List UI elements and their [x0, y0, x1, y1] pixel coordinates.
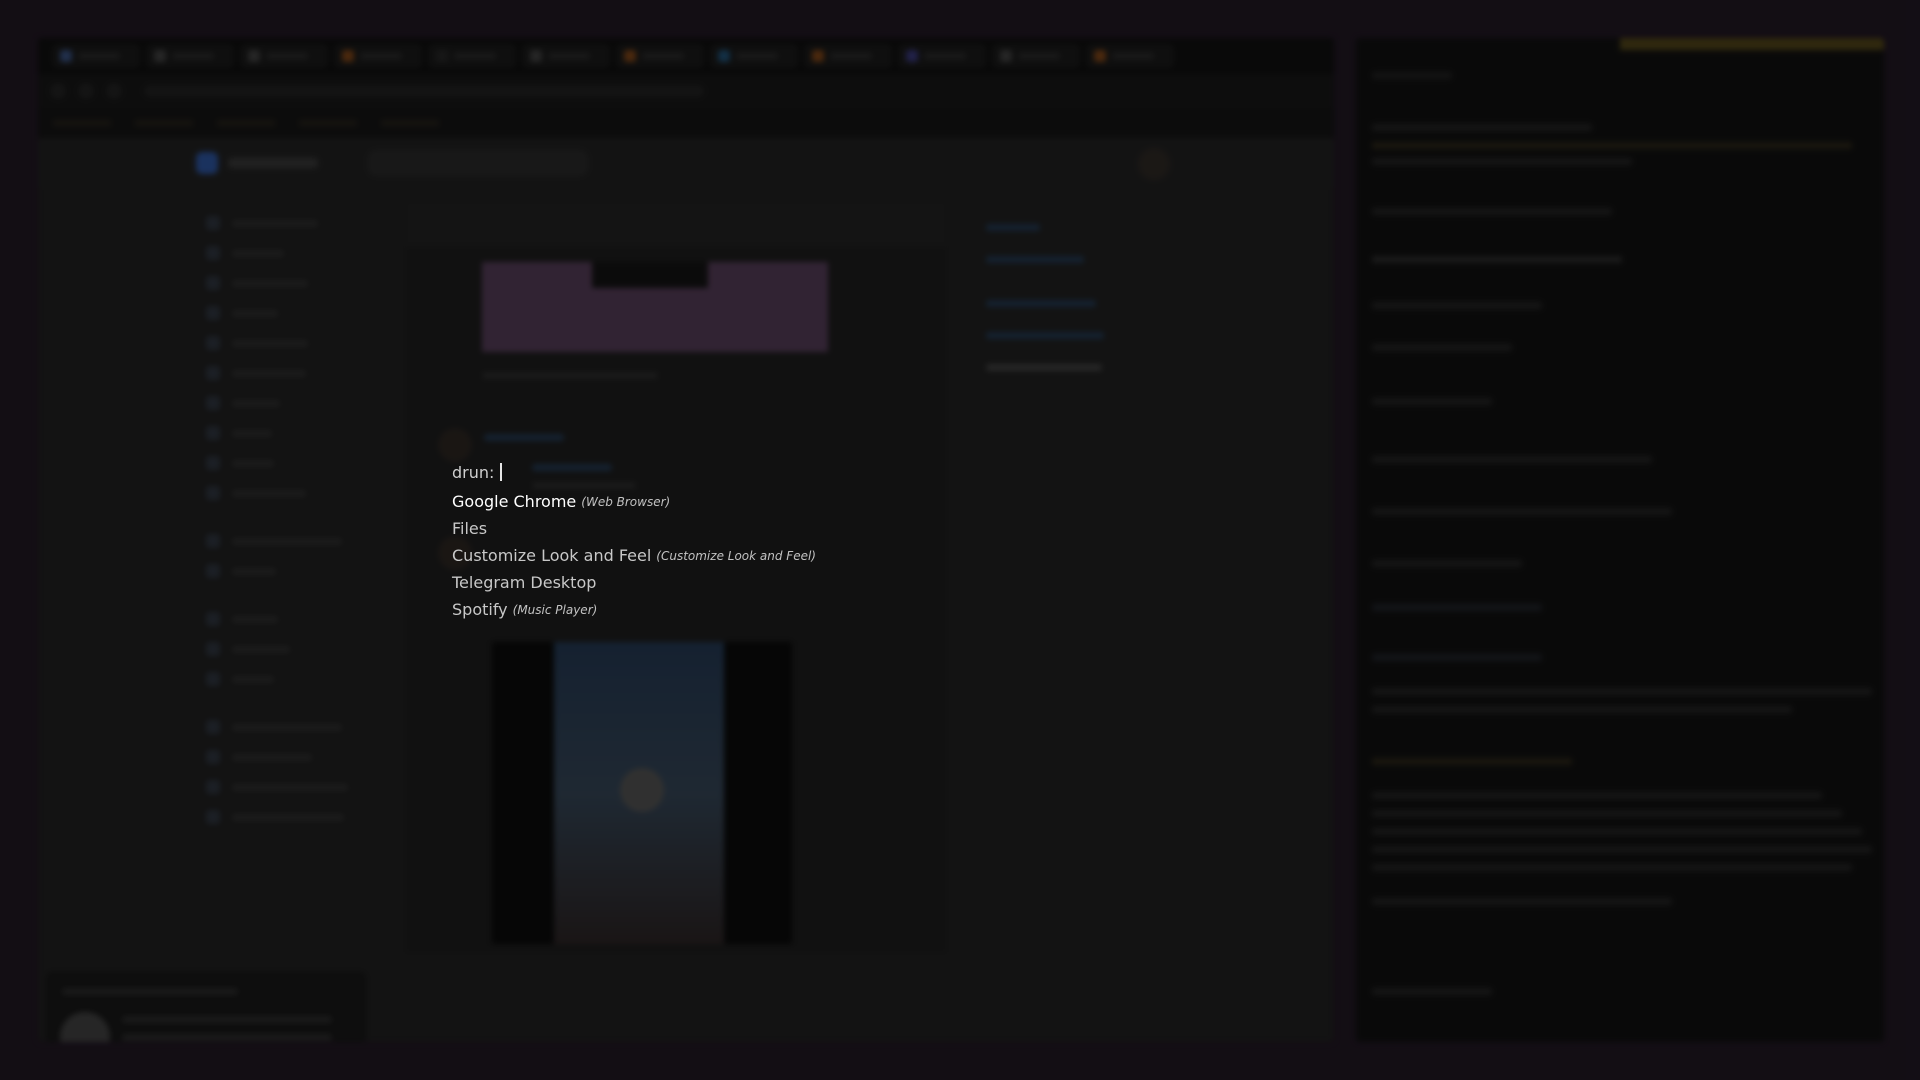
launcher-entry-name: Telegram Desktop	[452, 573, 597, 592]
launcher-entry-name: Customize Look and Feel	[452, 546, 652, 565]
launcher-dim-overlay	[0, 0, 1920, 1080]
launcher-entry-name: Files	[452, 519, 488, 538]
launcher-prompt-label: drun:	[452, 462, 495, 482]
launcher-entry[interactable]: Customize Look and Feel (Customize Look …	[452, 542, 872, 569]
launcher-entry-generic: (Customize Look and Feel)	[656, 548, 816, 563]
launcher-entry-generic: (Music Player)	[512, 602, 598, 617]
launcher-entry[interactable]: Google Chrome (Web Browser)	[452, 488, 872, 515]
launcher-entry-name: Spotify	[452, 600, 508, 619]
app-launcher[interactable]: drun: Google Chrome (Web Browser) Files …	[452, 456, 872, 623]
launcher-entry[interactable]: Telegram Desktop	[452, 569, 872, 596]
launcher-entry[interactable]: Spotify (Music Player)	[452, 596, 872, 623]
text-cursor	[500, 463, 503, 481]
launcher-entry-generic: (Web Browser)	[581, 494, 671, 509]
launcher-prompt-row[interactable]: drun:	[452, 456, 872, 488]
launcher-entry[interactable]: Files	[452, 515, 872, 542]
launcher-entry-name: Google Chrome	[452, 492, 577, 511]
